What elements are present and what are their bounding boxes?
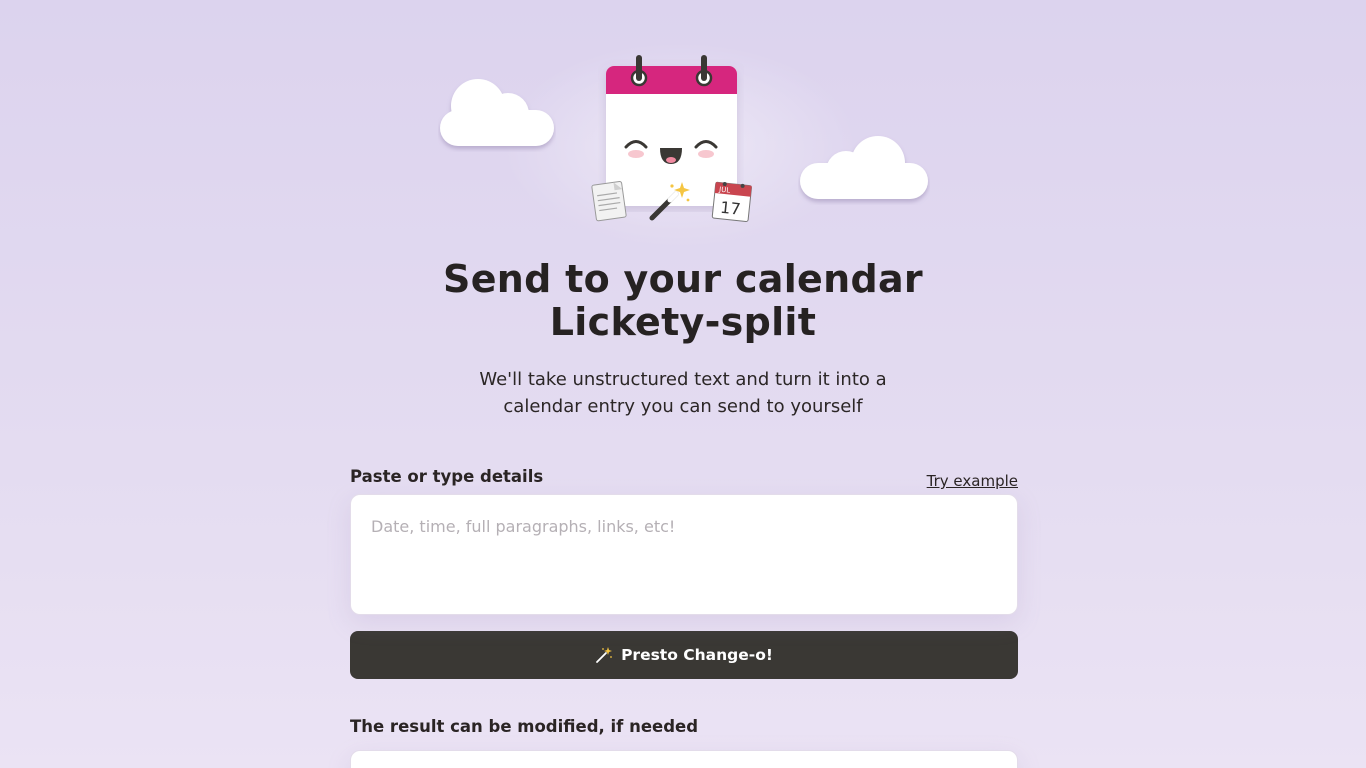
cloud-icon xyxy=(800,136,928,199)
magic-wand-icon xyxy=(649,182,690,221)
event-form: Paste or type details Try example Presto… xyxy=(350,460,1018,679)
hero-illustration: JUL 17 xyxy=(0,0,1366,250)
cloud-icon xyxy=(440,79,554,146)
page-subtitle-line-1: We'll take unstructured text and turn it… xyxy=(479,369,887,390)
date-calendar-icon: JUL 17 xyxy=(711,181,752,222)
sparkle-wand-icon xyxy=(596,647,613,663)
page-title-line-2: Lickety-split xyxy=(549,300,817,344)
page-title-line-1: Send to your calendar xyxy=(443,257,923,301)
result-label: The result can be modified, if needed xyxy=(350,717,699,736)
page-subtitle: We'll take unstructured text and turn it… xyxy=(433,366,933,420)
page-subtitle-line-2: calendar entry you can send to yourself xyxy=(503,396,863,417)
details-input[interactable] xyxy=(350,494,1018,615)
try-example-link[interactable]: Try example xyxy=(927,472,1018,490)
details-label: Paste or type details xyxy=(350,467,544,486)
date-icon-day: 17 xyxy=(719,198,741,219)
page-title: Send to your calendar Lickety-split xyxy=(0,258,1366,344)
presto-button-label: Presto Change-o! xyxy=(621,646,773,664)
date-icon-month: JUL xyxy=(718,185,731,194)
details-label-row: Paste or type details Try example xyxy=(350,460,1018,490)
document-icon xyxy=(591,180,627,222)
presto-change-o-button[interactable]: Presto Change-o! xyxy=(350,631,1018,679)
result-editor[interactable] xyxy=(350,750,1018,768)
